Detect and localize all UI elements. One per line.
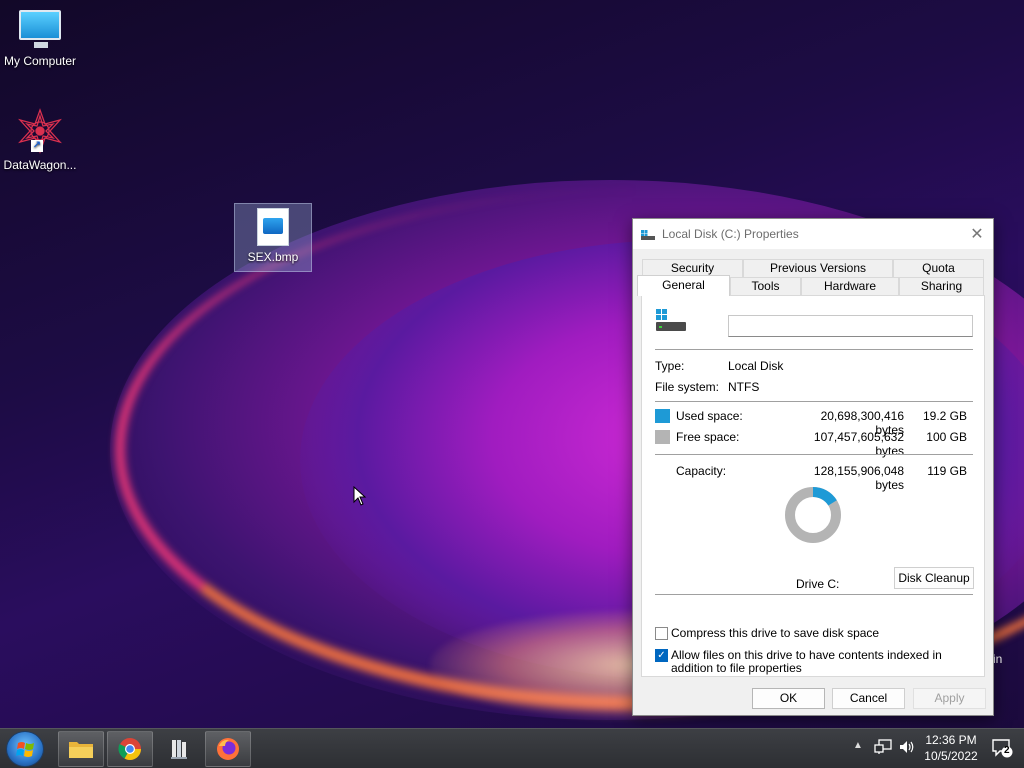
file-system-label: File system: (655, 380, 720, 394)
background-window-fragment-text: in (993, 652, 1003, 666)
free-space-label: Free space: (676, 430, 740, 444)
allow-indexing-label: Allow files on this drive to have conten… (671, 648, 942, 675)
clock-time: 12:36 PM (925, 733, 977, 747)
drive-icon (641, 229, 655, 240)
start-button[interactable] (6, 731, 44, 767)
close-button[interactable]: ✕ (961, 219, 993, 249)
system-clock[interactable]: 12:36 PM 10/5/2022 (920, 732, 982, 764)
windows-logo-icon (16, 742, 34, 757)
monitor-icon (19, 10, 61, 48)
free-space-gb: 100 GB (926, 430, 967, 444)
image-file-icon (257, 208, 289, 246)
separator (655, 454, 973, 455)
notification-center-button[interactable]: 2 (991, 737, 1013, 759)
desktop-icon-datawagon[interactable]: ↗ DataWagon... (0, 108, 80, 172)
taskbar-chrome[interactable] (107, 731, 153, 767)
taskbar-firefox[interactable] (205, 731, 251, 767)
folder-icon (69, 742, 93, 758)
taskbar (0, 728, 1024, 768)
desktop-icon-label: SEX.bmp (247, 250, 299, 264)
window-title: Local Disk (C:) Properties (662, 227, 799, 241)
apply-button[interactable]: Apply (913, 688, 986, 709)
capacity-label: Capacity: (676, 464, 727, 478)
free-space-swatch (655, 430, 670, 444)
separator (655, 401, 973, 402)
file-system-value: NTFS (728, 380, 760, 394)
shortcut-arrow-icon: ↗ (31, 140, 43, 152)
volume-label-input[interactable] (728, 315, 973, 337)
close-icon: ✕ (970, 226, 984, 243)
used-space-gb: 19.2 GB (922, 409, 967, 423)
used-space-swatch (655, 409, 670, 423)
notification-count-badge: 2 (1004, 745, 1010, 756)
taskbar-file-explorer[interactable] (58, 731, 104, 767)
hard-drive-icon (656, 309, 686, 333)
separator (655, 594, 973, 595)
desktop-icon-label: DataWagon... (3, 158, 77, 172)
type-label: Type: (655, 359, 685, 373)
clock-date: 10/5/2022 (924, 749, 978, 763)
mouse-cursor-icon (353, 486, 367, 506)
compress-drive-label: Compress this drive to save disk space (671, 626, 880, 640)
desktop-icon-label: My Computer (3, 54, 77, 68)
book-icon (171, 740, 187, 759)
chrome-icon (118, 738, 141, 760)
network-icon[interactable] (874, 739, 892, 755)
desktop-icon-bmp-file[interactable]: SEX.bmp (234, 203, 312, 272)
general-tab-panel: Type: Local Disk File system: NTFS Used … (641, 295, 985, 677)
desktop-icon-my-computer[interactable]: My Computer (0, 10, 80, 68)
type-value: Local Disk (728, 359, 784, 373)
volume-icon[interactable] (898, 739, 916, 755)
ok-button[interactable]: OK (752, 688, 825, 709)
disk-usage-donut (785, 487, 841, 543)
tab-sharing[interactable]: Sharing (899, 277, 984, 295)
datawagon-app-icon: ↗ (17, 108, 63, 154)
taskbar-app[interactable] (156, 731, 202, 767)
tab-previous-versions[interactable]: Previous Versions (743, 259, 893, 277)
compress-drive-checkbox[interactable] (655, 627, 668, 640)
title-bar[interactable]: Local Disk (C:) Properties ✕ (633, 219, 993, 249)
firefox-icon (217, 738, 239, 760)
properties-dialog[interactable]: Local Disk (C:) Properties ✕ Security Pr… (632, 218, 994, 716)
tab-tools[interactable]: Tools (730, 277, 801, 295)
allow-indexing-checkbox[interactable]: ✓ (655, 649, 668, 662)
disk-cleanup-button[interactable]: Disk Cleanup (894, 567, 974, 589)
tab-hardware[interactable]: Hardware (801, 277, 899, 295)
show-hidden-icons-button[interactable]: ▲ (853, 740, 863, 751)
tab-general[interactable]: General (637, 275, 730, 296)
tab-quota[interactable]: Quota (893, 259, 984, 277)
drive-caption: Drive C: (796, 577, 840, 591)
capacity-gb: 119 GB (927, 464, 967, 478)
separator (655, 349, 973, 350)
used-space-label: Used space: (676, 409, 743, 423)
cancel-button[interactable]: Cancel (832, 688, 905, 709)
